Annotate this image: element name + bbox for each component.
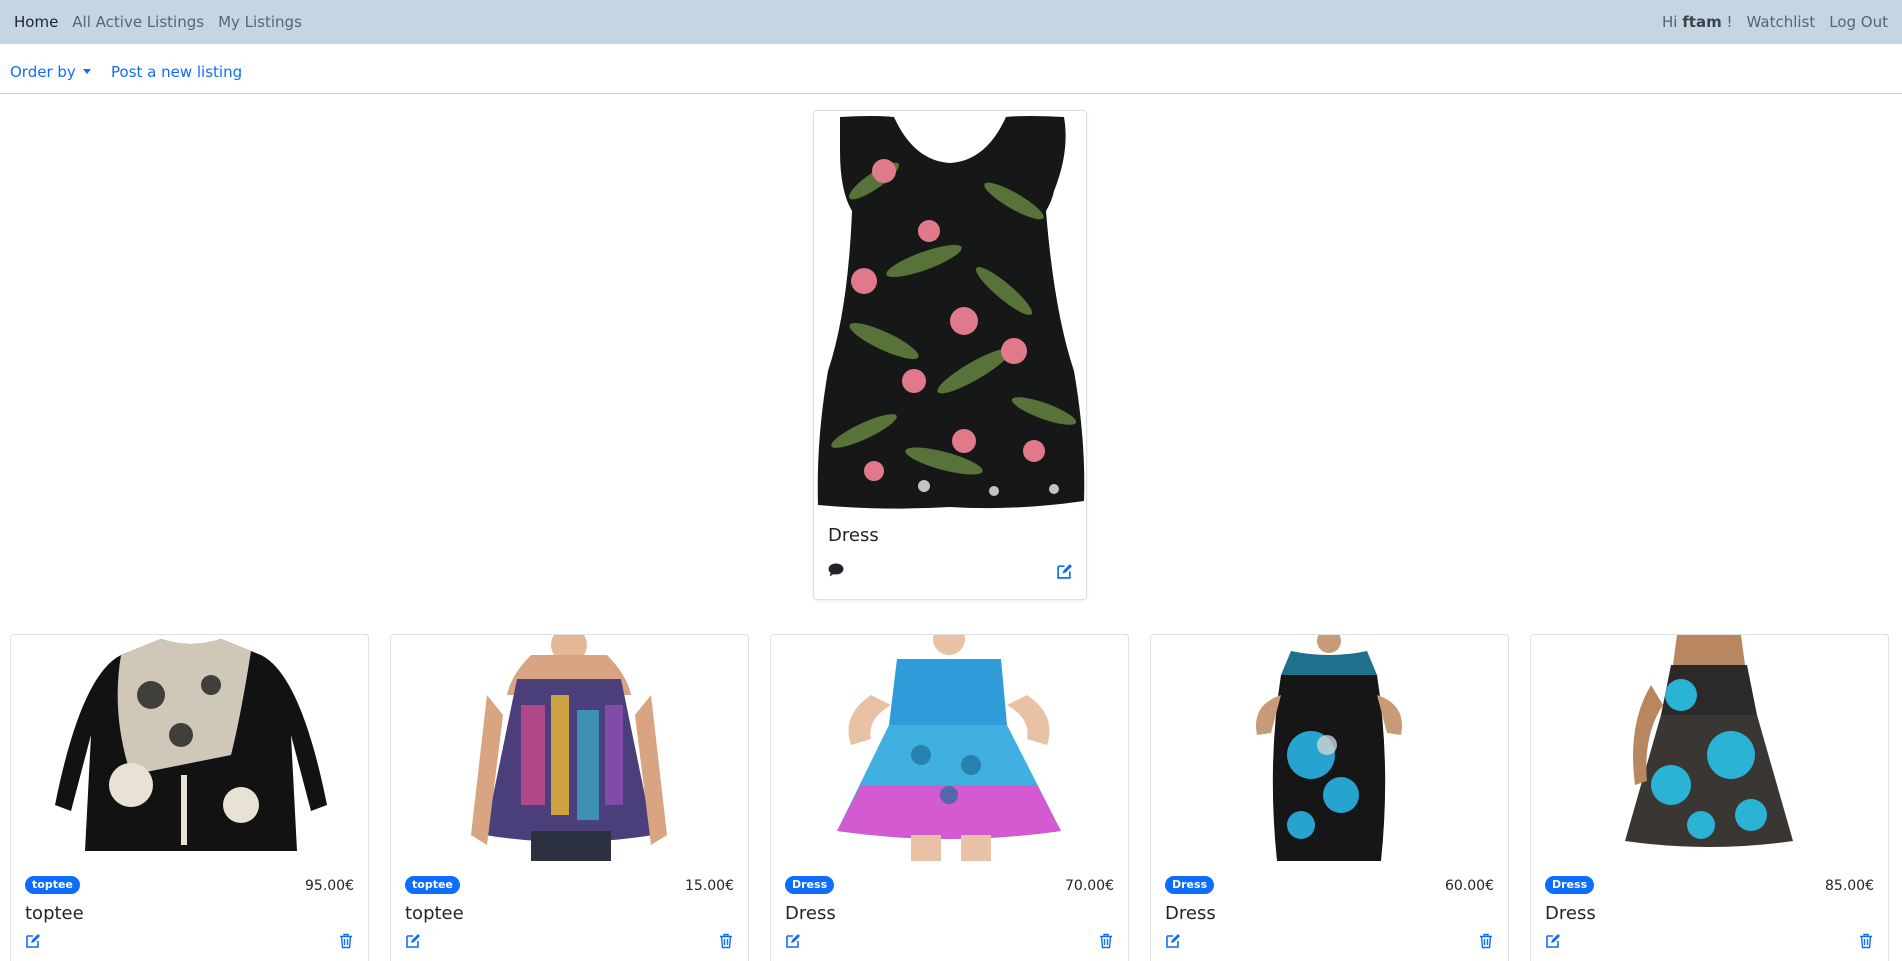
username: ftam: [1682, 13, 1722, 31]
user-greeting: Hi ftam !: [1662, 13, 1732, 31]
edit-icon[interactable]: [785, 933, 801, 949]
nav-logout-link[interactable]: Log Out: [1829, 13, 1888, 31]
listing-title[interactable]: Dress: [1545, 903, 1596, 924]
edit-icon[interactable]: [1545, 933, 1561, 949]
featured-listing-card[interactable]: Dress: [813, 110, 1087, 600]
listing-card[interactable]: Dress 85.00€ Dress: [1530, 634, 1889, 961]
listing-image[interactable]: [1531, 635, 1888, 861]
category-badge: toptee: [405, 876, 460, 894]
greeting-prefix: Hi: [1662, 13, 1678, 31]
trash-icon[interactable]: [1478, 933, 1494, 949]
edit-icon[interactable]: [405, 933, 421, 949]
listing-image[interactable]: [391, 635, 748, 861]
nav-left-links: Home All Active Listings My Listings: [14, 0, 302, 44]
order-by-label: Order by: [10, 63, 76, 81]
nav-home-link[interactable]: Home: [14, 13, 58, 31]
listing-image[interactable]: [1151, 635, 1508, 861]
listing-title[interactable]: Dress: [1165, 903, 1216, 924]
listing-title[interactable]: Dress: [785, 903, 836, 924]
listing-price: 15.00€: [685, 878, 734, 894]
listing-title[interactable]: toptee: [405, 903, 464, 924]
edit-icon[interactable]: [25, 933, 41, 949]
comment-icon[interactable]: [828, 563, 846, 579]
edit-icon[interactable]: [1056, 563, 1074, 581]
featured-listing-title[interactable]: Dress: [828, 525, 879, 546]
category-badge: Dress: [785, 876, 835, 894]
trash-icon[interactable]: [1098, 933, 1114, 949]
listing-card[interactable]: toptee 15.00€ toptee: [390, 634, 749, 961]
edit-icon[interactable]: [1165, 933, 1181, 949]
post-new-listing-link[interactable]: Post a new listing: [111, 63, 242, 81]
nav-right-links: Hi ftam ! Watchlist Log Out: [1662, 0, 1888, 44]
listing-image[interactable]: [771, 635, 1128, 861]
listing-price: 70.00€: [1065, 878, 1114, 894]
top-navbar: Home All Active Listings My Listings Hi …: [0, 0, 1902, 44]
nav-my-listings-link[interactable]: My Listings: [218, 13, 302, 31]
listing-price: 85.00€: [1825, 878, 1874, 894]
trash-icon[interactable]: [718, 933, 734, 949]
featured-listing-image[interactable]: [814, 111, 1086, 511]
listing-toolbar: Order by Post a new listing: [0, 44, 1902, 94]
listing-card[interactable]: toptee 95.00€ toptee: [10, 634, 369, 961]
listing-card[interactable]: Dress 60.00€ Dress: [1150, 634, 1509, 961]
listing-title[interactable]: toptee: [25, 903, 84, 924]
trash-icon[interactable]: [1858, 933, 1874, 949]
nav-all-active-listings-link[interactable]: All Active Listings: [72, 13, 204, 31]
trash-icon[interactable]: [338, 933, 354, 949]
order-by-dropdown[interactable]: Order by: [10, 63, 91, 81]
greeting-suffix: !: [1726, 13, 1733, 31]
listing-price: 95.00€: [305, 878, 354, 894]
category-badge: Dress: [1545, 876, 1595, 894]
category-badge: Dress: [1165, 876, 1215, 894]
caret-down-icon: [82, 69, 91, 74]
listing-price: 60.00€: [1445, 878, 1494, 894]
listing-card[interactable]: Dress 70.00€ Dress: [770, 634, 1129, 961]
nav-watchlist-link[interactable]: Watchlist: [1747, 13, 1816, 31]
listing-image[interactable]: [11, 635, 368, 861]
category-badge: toptee: [25, 876, 80, 894]
